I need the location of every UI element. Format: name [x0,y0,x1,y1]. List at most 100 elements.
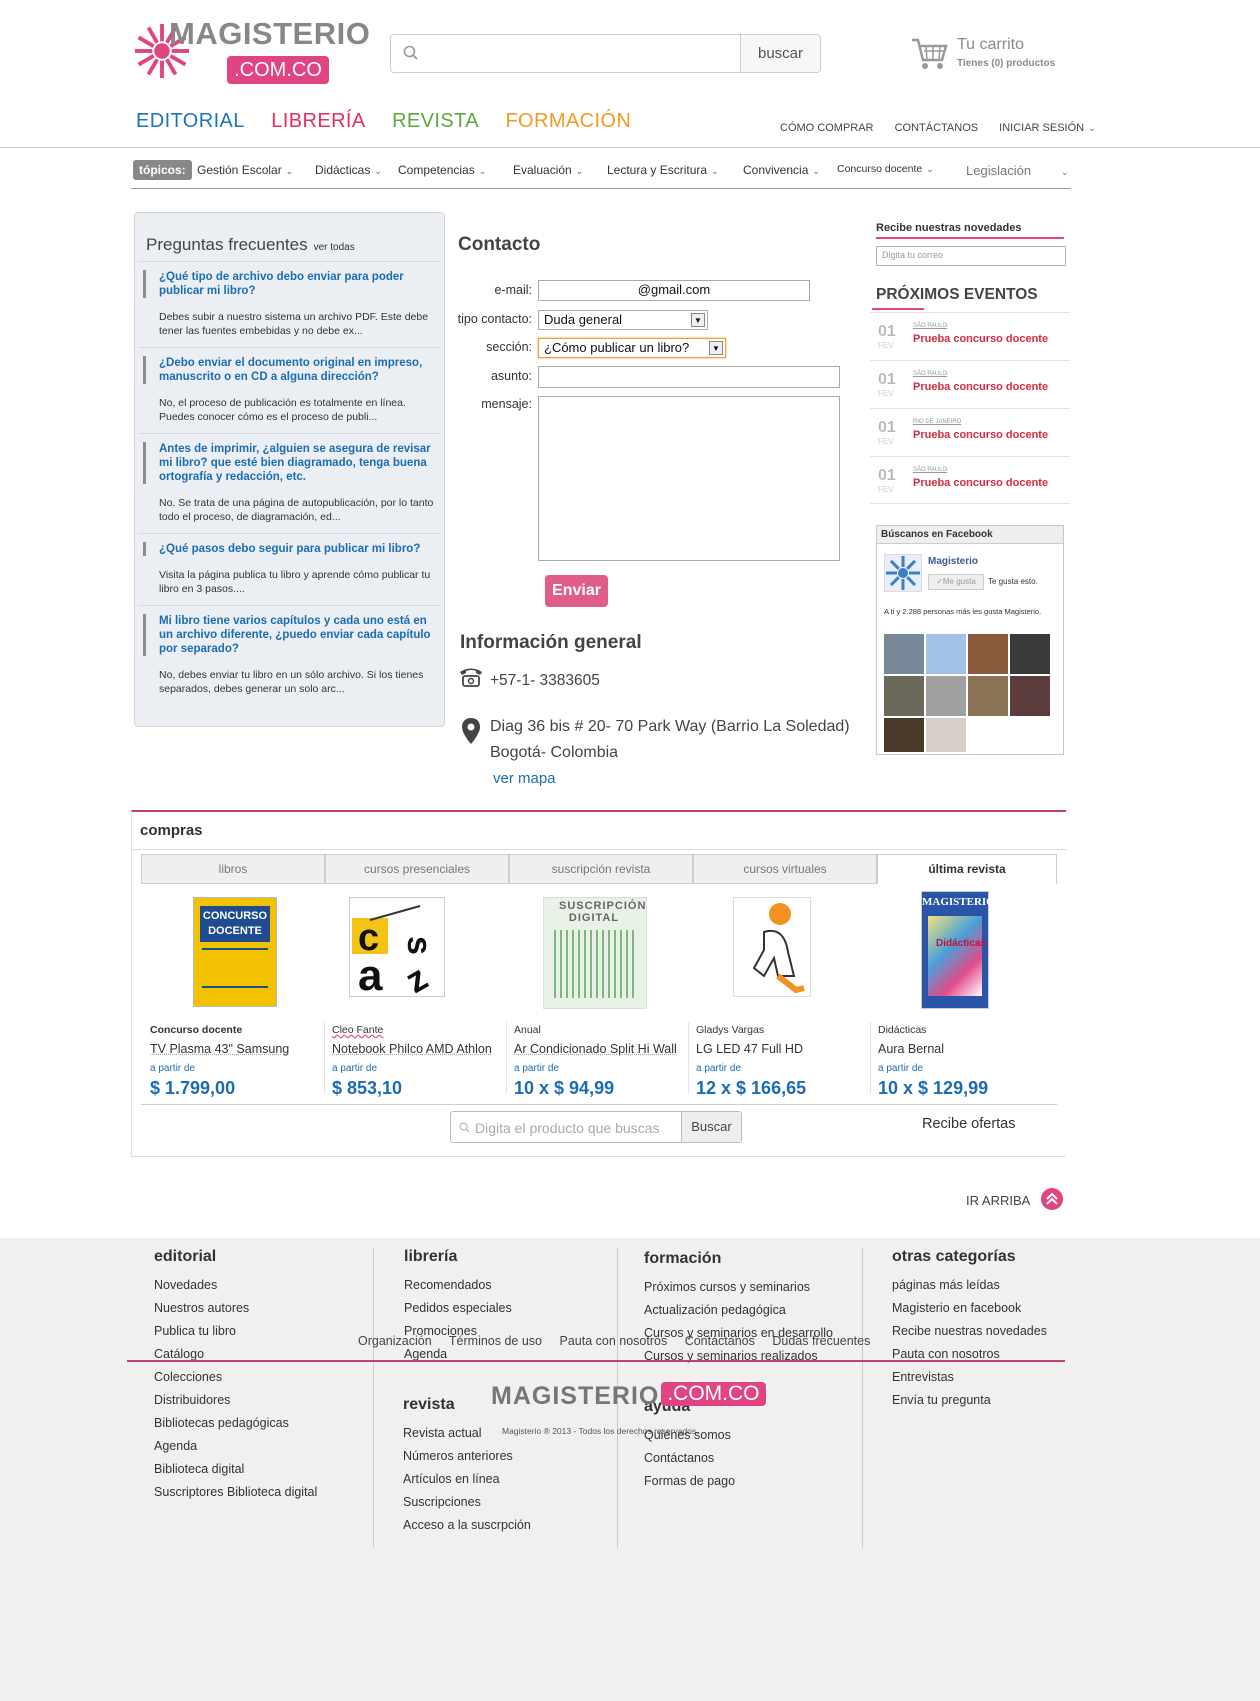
fan-avatar[interactable] [926,718,966,752]
tab-cursos-presenciales[interactable]: cursos presenciales [325,854,509,884]
footer-link[interactable]: páginas más leídas [892,1278,1047,1292]
link-iniciar-sesion[interactable]: INICIAR SESIÓN ⌄ [999,122,1114,134]
product-image[interactable]: SUSCRIPCIÓN DIGITAL [543,897,647,1009]
faq-item[interactable]: Mi libro tiene varios capítulos y cada u… [138,605,441,715]
tab-cursos-virtuales[interactable]: cursos virtuales [693,854,877,884]
topic-lectura-escritura[interactable]: Lectura y Escritura ⌄ [607,163,719,177]
footer-link[interactable]: Biblioteca digital [154,1462,317,1476]
faq-item[interactable]: ¿Qué pasos debo seguir para publicar mi … [138,533,441,605]
enviar-button[interactable]: Enviar [545,575,608,607]
fan-avatar[interactable] [884,634,924,674]
topic-legislacion[interactable]: Legislación ⌄ [966,163,1069,178]
event-name[interactable]: Prueba concurso docente [913,429,1048,441]
fan-avatar[interactable] [968,634,1008,674]
search-button[interactable]: buscar [740,35,820,72]
footer-link[interactable]: Novedades [154,1278,317,1292]
product-card[interactable]: MAGISTERIO Didácticas Didácticas Aura Be… [870,889,1050,1098]
footer-link[interactable]: Catálogo [154,1347,317,1361]
event-item[interactable]: 01 FEV RIO DE JANEIRO Prueba concurso do… [870,408,1070,456]
footer-link[interactable]: Acceso a la suscrpción [403,1518,531,1532]
product-image[interactable]: c a s z [349,897,445,1001]
product-name[interactable]: LG LED 47 Full HD [696,1042,803,1056]
footer-link[interactable]: Agenda [154,1439,317,1453]
footer-link[interactable]: Recibe nuestras novedades [892,1324,1047,1338]
footer-link[interactable]: Pauta con nosotros [892,1347,1047,1361]
event-item[interactable]: 01 FEV SÃO PAULO Prueba concurso docente [870,312,1070,360]
product-search[interactable]: Digita el producto que buscas Buscar [450,1111,742,1143]
footer-link[interactable]: Publica tu libro [154,1324,317,1338]
event-name[interactable]: Prueba concurso docente [913,333,1048,345]
footer-logo[interactable]: MAGISTERIO .COM.CO [491,1382,766,1411]
newsletter-email-input[interactable]: Digita tu correo [876,246,1066,266]
link-contactanos[interactable]: CONTÁCTANOS [895,122,979,134]
event-item[interactable]: 01 FEV SÃO PAULO Prueba concurso docente [870,360,1070,408]
topic-convivencia[interactable]: Convivencia ⌄ [743,163,820,177]
nav-revista[interactable]: REVISTA [392,110,479,133]
footer-link[interactable]: Bibliotecas pedagógicas [154,1416,317,1430]
footer-link[interactable]: Colecciones [154,1370,317,1384]
link-contactanos[interactable]: Contáctanos [685,1334,755,1348]
link-pauta[interactable]: Pauta con nosotros [560,1334,668,1348]
mensaje-textarea[interactable] [538,396,840,561]
fan-avatar[interactable] [884,718,924,752]
topic-didacticas[interactable]: Didácticas ⌄ [315,163,382,177]
footer-link[interactable]: Pedidos especiales [404,1301,512,1315]
nav-formacion[interactable]: FORMACIÓN [505,110,631,133]
link-dudas[interactable]: Dudas frecuentes [772,1334,870,1348]
footer-link[interactable]: Suscripciones [403,1495,531,1509]
topic-competencias[interactable]: Competencias ⌄ [398,163,486,177]
fan-avatar[interactable] [1010,676,1050,716]
product-card[interactable]: SUSCRIPCIÓN DIGITAL Anual Ar Condicionad… [506,889,686,1098]
product-name[interactable]: Ar Condicionado Split Hi Wall [514,1042,677,1056]
footer-link[interactable]: Recomendados [404,1278,512,1292]
product-name[interactable]: Notebook Philco AMD Athlon [332,1042,492,1056]
ver-mapa-link[interactable]: ver mapa [493,770,556,787]
topic-gestion-escolar[interactable]: Gestión Escolar ⌄ [197,163,293,177]
fan-avatar[interactable] [1010,634,1050,674]
email-field[interactable]: @gmail.com [538,280,810,301]
event-name[interactable]: Prueba concurso docente [913,381,1048,393]
product-card[interactable]: CONCURSO DOCENTE Concurso docente TV Pla… [142,889,322,1098]
event-item[interactable]: 01 FEV SÃO PAULO Prueba concurso docente [870,456,1070,504]
facebook-page-name[interactable]: Magisterio [928,556,978,567]
footer-link[interactable]: Nuestros autores [154,1301,317,1315]
faq-item[interactable]: ¿Qué tipo de archivo debo enviar para po… [138,261,441,347]
facebook-like-button[interactable]: ✓Me gusta [928,574,984,590]
ir-arriba-link[interactable]: IR ARRIBA [966,1188,1063,1210]
faq-question[interactable]: Mi libro tiene varios capítulos y cada u… [143,614,438,656]
seccion-select[interactable]: ¿Cómo publicar un libro? ▼ [538,338,726,358]
topic-evaluacion[interactable]: Evaluación ⌄ [513,163,583,177]
tipo-contacto-select[interactable]: Duda general ▼ [538,310,708,330]
footer-link[interactable]: Contáctanos [644,1451,735,1465]
faq-item[interactable]: ¿Debo enviar el documento original en im… [138,347,441,433]
footer-link[interactable]: Números anteriores [403,1449,531,1463]
fan-avatar[interactable] [968,676,1008,716]
faq-see-all-link[interactable]: ver todas [314,242,355,253]
event-name[interactable]: Prueba concurso docente [913,477,1048,489]
site-logo[interactable]: MAGISTERIO .COM.CO [133,14,370,94]
product-card[interactable]: c a s z Cleo Fante Notebook Philco AMD A… [324,889,504,1098]
footer-link[interactable]: Actualización pedagógica [644,1303,833,1317]
footer-link[interactable]: Magisterio en facebook [892,1301,1047,1315]
footer-link[interactable]: Distribuidores [154,1393,317,1407]
asunto-field[interactable] [538,366,840,388]
site-search[interactable]: buscar [390,34,821,73]
recibe-ofertas-link[interactable]: Recibe ofertas [922,1116,1016,1132]
footer-link[interactable]: Formas de pago [644,1474,735,1488]
product-card[interactable]: Gladys Vargas LG LED 47 Full HD a partir… [688,889,868,1098]
link-como-comprar[interactable]: CÓMO COMPRAR [780,122,874,134]
product-image[interactable]: CONCURSO DOCENTE [193,897,277,1007]
fan-avatar[interactable] [884,676,924,716]
link-organizacion[interactable]: Organización [358,1334,432,1348]
product-image[interactable] [733,897,811,997]
cart[interactable]: Tu carrito Tienes (0) productos [910,36,1070,76]
product-name[interactable]: TV Plasma 43" Samsung [150,1042,289,1056]
nav-libreria[interactable]: LIBRERÍA [271,110,365,133]
tab-libros[interactable]: libros [141,854,325,884]
product-name[interactable]: Aura Bernal [878,1042,944,1056]
footer-link[interactable]: Entrevistas [892,1370,1047,1384]
faq-item[interactable]: Antes de imprimir, ¿alguien se asegura d… [138,433,441,533]
tab-suscripcion-revista[interactable]: suscripción revista [509,854,693,884]
product-search-button[interactable]: Buscar [681,1112,741,1142]
footer-link[interactable]: Próximos cursos y seminarios [644,1280,833,1294]
